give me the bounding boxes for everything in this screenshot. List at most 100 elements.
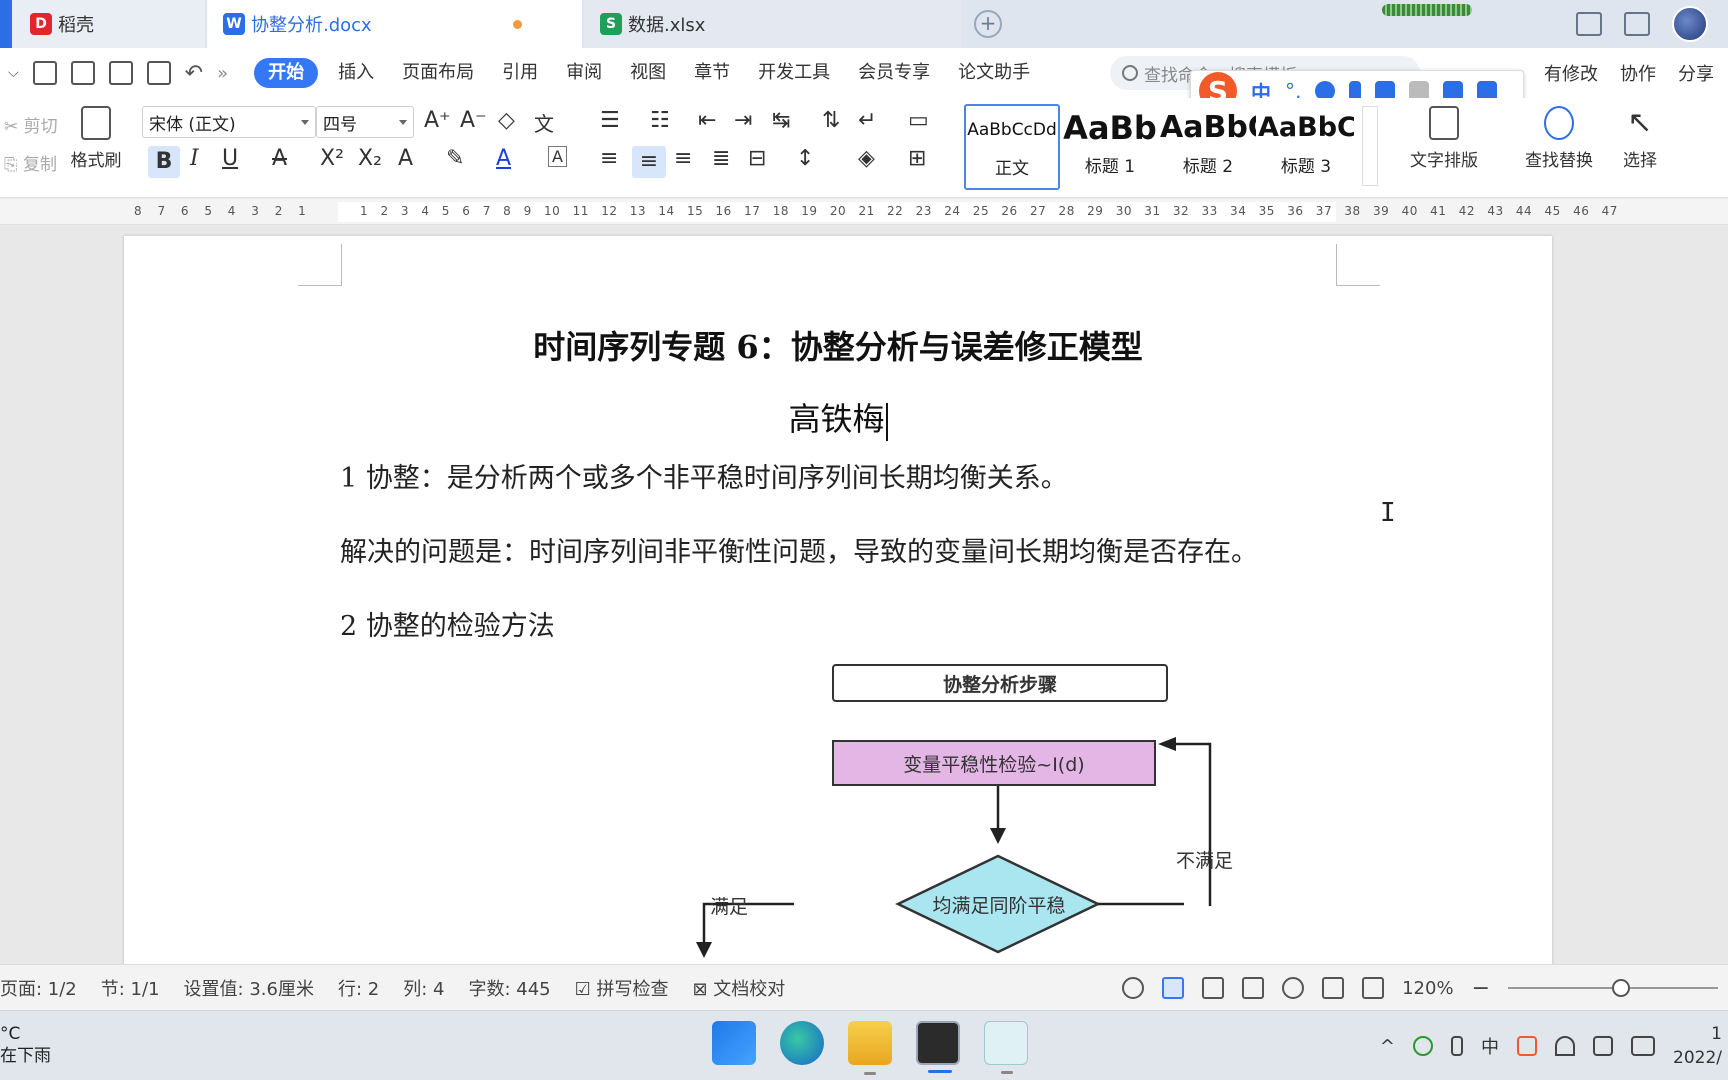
- eviews-app-icon[interactable]: [984, 1021, 1028, 1074]
- print-icon[interactable]: [108, 61, 133, 85]
- font-name-select[interactable]: 宋体 (正文): [142, 106, 316, 138]
- new-tab-plus-icon[interactable]: +: [974, 10, 1002, 38]
- menu-page-layout[interactable]: 页面布局: [388, 58, 488, 88]
- find-replace-button[interactable]: 查找替换: [1514, 106, 1604, 171]
- edge-browser-icon[interactable]: [780, 1021, 824, 1065]
- bullet-list-icon[interactable]: ☰: [600, 108, 620, 133]
- menu-review[interactable]: 审阅: [552, 58, 616, 88]
- show-marks-icon[interactable]: ↵: [858, 108, 876, 133]
- tray-expand-chevron-icon[interactable]: ^: [1380, 1036, 1395, 1057]
- microphone-tray-icon[interactable]: [1451, 1036, 1463, 1056]
- windows-start-icon[interactable]: [712, 1021, 756, 1065]
- more-chevron-icon[interactable]: »: [217, 63, 228, 84]
- menu-developer[interactable]: 开发工具: [744, 58, 844, 88]
- borders-icon[interactable]: ⊞: [908, 146, 926, 171]
- tab-spreadsheet[interactable]: S 数据.xlsx: [584, 0, 961, 48]
- clear-format-icon[interactable]: ◇: [498, 108, 515, 133]
- select-button[interactable]: ↖ 选择: [1614, 106, 1666, 172]
- file-explorer-icon[interactable]: [848, 1021, 892, 1075]
- menu-thesis[interactable]: 论文助手: [944, 58, 1044, 88]
- reading-view-icon[interactable]: [1242, 977, 1265, 999]
- justify-icon[interactable]: ≣: [712, 146, 730, 171]
- fit-page-icon[interactable]: [1362, 977, 1385, 999]
- sogou-tray-icon[interactable]: [1517, 1036, 1537, 1056]
- spell-check-button[interactable]: ☑ 拼写检查: [575, 975, 669, 1001]
- chevron-down-icon[interactable]: ⌵: [8, 65, 19, 81]
- tab-document[interactable]: W 协整分析.docx: [207, 0, 582, 48]
- status-page[interactable]: 页面: 1/2: [0, 975, 77, 1001]
- font-color-icon[interactable]: A: [496, 146, 511, 171]
- text-direction-icon[interactable]: ↹: [772, 108, 790, 133]
- strikethrough-icon[interactable]: A: [272, 146, 287, 171]
- phonetic-icon[interactable]: 文: [534, 108, 554, 137]
- status-setting[interactable]: 设置值: 3.6厘米: [184, 975, 314, 1001]
- web-view-icon[interactable]: [1282, 977, 1305, 999]
- zoom-slider-knob[interactable]: [1612, 979, 1630, 997]
- security-tray-icon[interactable]: [1413, 1036, 1433, 1056]
- menu-member[interactable]: 会员专享: [844, 58, 944, 88]
- system-clock[interactable]: 1 2022/: [1673, 1022, 1722, 1070]
- undo-icon[interactable]: ↶: [185, 61, 203, 86]
- shrink-font-icon[interactable]: A⁻: [460, 108, 487, 133]
- highlight-icon[interactable]: ✎: [446, 146, 464, 171]
- align-right-icon[interactable]: ≡: [674, 146, 692, 171]
- format-painter-button[interactable]: 格式刷: [66, 106, 126, 171]
- volume-icon[interactable]: [1593, 1036, 1613, 1056]
- sort-icon[interactable]: ⇅: [822, 108, 840, 133]
- eye-protection-icon[interactable]: [1122, 977, 1145, 999]
- layout-icon[interactable]: [1576, 12, 1602, 36]
- subscript-icon[interactable]: X₂: [358, 146, 382, 171]
- align-left-icon[interactable]: ≡: [600, 146, 618, 171]
- copy-button[interactable]: ⎘ 复制: [4, 150, 57, 175]
- proofread-button[interactable]: ⊠ 文档校对: [692, 975, 785, 1001]
- revision-button[interactable]: 有修改: [1544, 60, 1598, 86]
- italic-icon[interactable]: I: [190, 146, 199, 171]
- line-spacing-icon[interactable]: ↕: [796, 146, 814, 171]
- battery-icon[interactable]: [1631, 1036, 1655, 1056]
- wps-office-icon[interactable]: [916, 1021, 960, 1073]
- bold-icon[interactable]: B: [148, 146, 180, 178]
- share-button[interactable]: 分享: [1678, 60, 1714, 86]
- zoom-level[interactable]: 120%: [1402, 978, 1453, 999]
- decrease-indent-icon[interactable]: ⇤: [698, 108, 716, 133]
- menu-references[interactable]: 引用: [488, 58, 552, 88]
- zoom-slider[interactable]: [1508, 979, 1718, 997]
- status-words[interactable]: 字数: 445: [468, 975, 550, 1001]
- style-normal[interactable]: AaBbCcDd 正文: [964, 104, 1060, 190]
- menu-chapter[interactable]: 章节: [680, 58, 744, 88]
- style-heading-3[interactable]: AaBbC 标题 3: [1258, 104, 1354, 190]
- style-heading-1[interactable]: AaBb 标题 1: [1062, 104, 1158, 190]
- document-page[interactable]: 时间序列专题 6：协整分析与误差修正模型 高铁梅 1 协整：是分析两个或多个非平…: [124, 236, 1552, 964]
- text-layout-button[interactable]: 文字排版: [1398, 106, 1490, 171]
- page-view-icon[interactable]: [1162, 977, 1185, 999]
- increase-indent-icon[interactable]: ⇥: [734, 108, 752, 133]
- grid-apps-icon[interactable]: [1624, 12, 1650, 36]
- cut-button[interactable]: ✂ 剪切: [4, 112, 58, 137]
- zoom-out-icon[interactable]: −: [1472, 976, 1490, 1001]
- export-icon[interactable]: [70, 61, 95, 85]
- distribute-icon[interactable]: ⊟: [748, 146, 766, 171]
- save-icon[interactable]: [32, 61, 57, 85]
- style-heading-2[interactable]: AaBbC 标题 2: [1160, 104, 1256, 190]
- menu-insert[interactable]: 插入: [324, 58, 388, 88]
- superscript-icon[interactable]: X²: [320, 146, 344, 171]
- grow-font-icon[interactable]: A⁺: [424, 108, 451, 133]
- wifi-icon[interactable]: [1555, 1036, 1575, 1056]
- horizontal-ruler[interactable]: 8 7 6 5 4 3 2 1 1 2 3 4 5 6 7 8 9 10 11 …: [0, 199, 1728, 225]
- print-preview-icon[interactable]: [146, 61, 171, 85]
- tab-daoke[interactable]: D 稻壳: [0, 0, 205, 48]
- shading-icon[interactable]: ◈: [858, 146, 875, 171]
- align-center-icon[interactable]: ≡: [632, 146, 666, 178]
- write-mode-icon[interactable]: [1322, 977, 1345, 999]
- menu-home[interactable]: 开始: [254, 58, 319, 88]
- font-size-select[interactable]: 四号: [316, 106, 414, 138]
- char-border-icon[interactable]: A: [548, 146, 567, 167]
- numbered-list-icon[interactable]: ☷: [650, 108, 670, 133]
- avatar[interactable]: [1672, 6, 1708, 42]
- ime-tray-indicator[interactable]: 中: [1481, 1033, 1499, 1059]
- collaborate-button[interactable]: 协作: [1620, 60, 1656, 86]
- underline-icon[interactable]: U: [222, 146, 238, 171]
- outline-view-icon[interactable]: [1202, 977, 1225, 999]
- text-effect-icon[interactable]: A: [398, 146, 413, 171]
- weather-widget[interactable]: °C 在下雨: [0, 1023, 51, 1067]
